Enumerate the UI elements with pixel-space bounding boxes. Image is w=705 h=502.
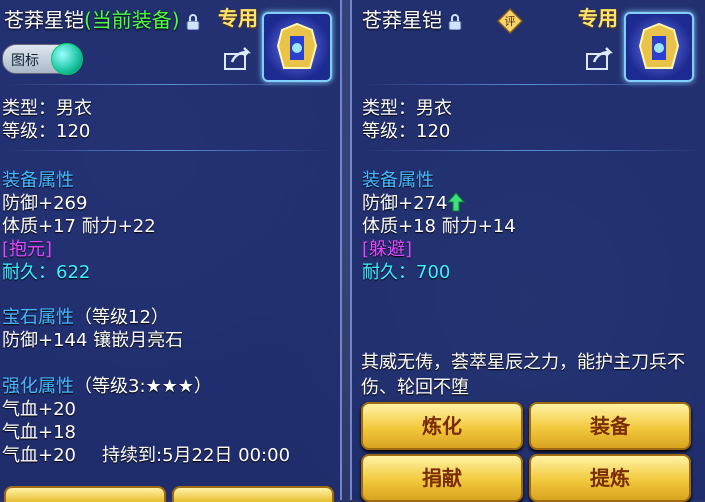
- gem-detail: 防御+144 镶嵌月亮石: [2, 330, 184, 351]
- enhance-stat-3: 气血+20: [2, 445, 76, 466]
- gem-header: 宝石属性: [2, 307, 74, 328]
- icon-toggle-label: 图标: [11, 53, 39, 69]
- armor-item-icon: [624, 12, 694, 82]
- equipment-name: 苍莽星铠: [4, 8, 84, 32]
- equipment-title: 苍莽星铠: [362, 4, 462, 33]
- current-equipment-tooltip: 苍莽星铠(当前装备) 专用 图标 类型：男衣 等级：120 装备属性 防御+26…: [0, 0, 342, 502]
- extract-button[interactable]: 提炼: [529, 454, 691, 502]
- divider: [4, 84, 334, 85]
- item-level: 等级：120: [362, 121, 451, 142]
- item-description: 其威无俦，荟萃星辰之力，能护主刀兵不伤、轮回不堕: [361, 352, 685, 398]
- toggle-knob[interactable]: [51, 43, 83, 75]
- enhance-header: 强化属性: [2, 376, 74, 397]
- rate-icon[interactable]: 评: [497, 8, 523, 34]
- icon-toggle-switch[interactable]: 图标: [2, 43, 83, 75]
- durability-value: 耐久：700: [362, 262, 451, 283]
- divider: [4, 150, 334, 151]
- defense-stat: 防御+274: [362, 193, 448, 214]
- equipment-name: 苍莽星铠: [362, 8, 442, 32]
- special-label: 专用: [218, 6, 258, 30]
- armor-item-icon: [262, 12, 332, 82]
- special-label: 专用: [578, 6, 618, 30]
- share-icon[interactable]: [224, 46, 252, 70]
- item-level: 等级：120: [2, 121, 91, 142]
- current-equipped-tag: (当前装备): [84, 8, 180, 32]
- equipment-title: 苍莽星铠(当前装备): [4, 4, 200, 33]
- divider: [360, 150, 700, 151]
- durability-value: 耐久：622: [2, 262, 91, 283]
- refine-button[interactable]: 炼化: [361, 402, 523, 450]
- divider: [360, 84, 700, 85]
- share-icon[interactable]: [586, 46, 614, 70]
- donate-button[interactable]: 捐献: [361, 454, 523, 502]
- lock-icon: [448, 13, 462, 30]
- enhance-level: （等级3:★★★）: [74, 376, 212, 397]
- gem-level: （等级12）: [74, 307, 169, 328]
- stat-up-arrow-icon: [447, 192, 466, 212]
- lock-icon: [186, 13, 200, 30]
- rate-label: 评: [505, 15, 516, 28]
- enhance-duration: 持续到:5月22日 00:00: [102, 445, 291, 466]
- equip-button[interactable]: 装备: [529, 402, 691, 450]
